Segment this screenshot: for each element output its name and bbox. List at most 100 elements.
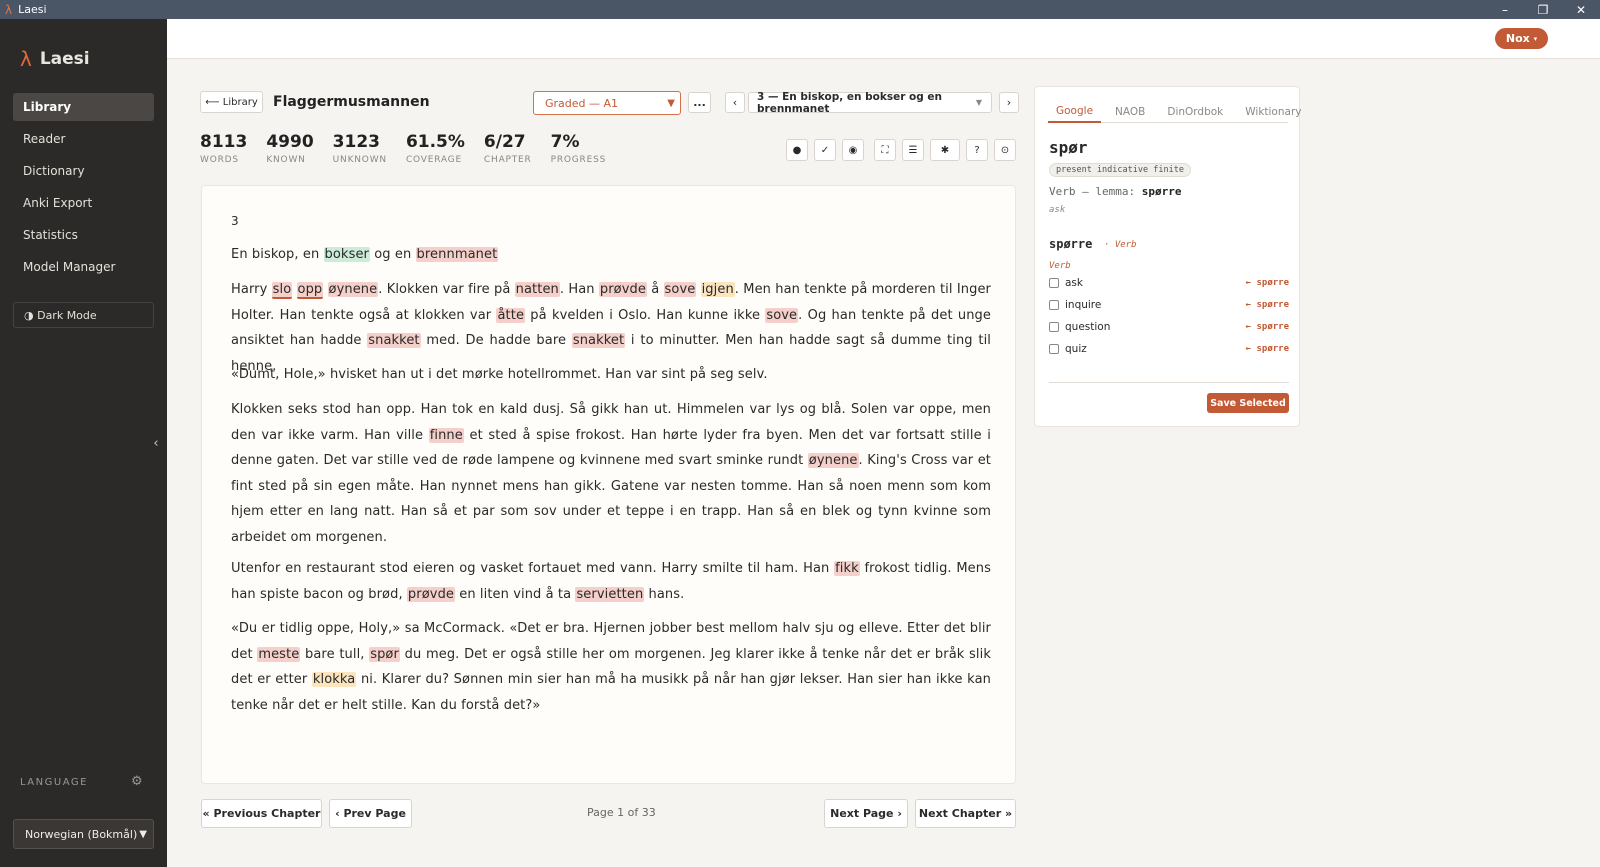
- definition-checkbox[interactable]: [1049, 278, 1059, 288]
- word-red[interactable]: fikk: [834, 561, 860, 576]
- next-chapter-nav-button[interactable]: ›: [999, 92, 1019, 113]
- text-run: «Dumt, Hole,» hvisket han ut i det mørke…: [231, 367, 768, 382]
- reader-toolbar: ● ✓ ◉ ⛶ ☰ ✱ ? ⊙: [786, 139, 1022, 161]
- chevron-down-icon: ▼: [975, 98, 982, 107]
- close-button[interactable]: ✕: [1562, 0, 1600, 19]
- word-red[interactable]: natten: [514, 282, 560, 297]
- minimize-button[interactable]: –: [1486, 0, 1524, 19]
- divider: [1049, 382, 1289, 383]
- tab-wiktionary[interactable]: Wiktionary: [1237, 101, 1309, 123]
- level-select[interactable]: Graded — A1 ▼: [533, 91, 681, 115]
- back-to-library-button[interactable]: ⟵ Library: [200, 91, 263, 113]
- next-page-button[interactable]: Next Page ›: [824, 799, 908, 828]
- text-run: En biskop, en: [231, 247, 324, 262]
- definition-source: ← spørre: [1245, 278, 1289, 288]
- word-red[interactable]: prøvde: [598, 282, 647, 297]
- word-green[interactable]: bokser: [323, 247, 370, 262]
- tab-naob[interactable]: NAOB: [1107, 101, 1153, 123]
- language-select-value: Norwegian (Bokmål): [25, 827, 138, 841]
- definition-row[interactable]: quiz ← spørre: [1049, 341, 1289, 357]
- window-controls: – ❐ ✕: [1486, 0, 1600, 19]
- reader-paragraph: Klokken seks stod han opp. Han tok en ka…: [231, 397, 991, 550]
- stat-chapter: 6/27 CHAPTER: [483, 132, 532, 165]
- pos-lemma-line: Verb — lemma: spørre: [1049, 185, 1181, 198]
- window-title: Laesi: [18, 3, 47, 16]
- sidebar-item-dictionary[interactable]: Dictionary: [13, 157, 154, 185]
- reader-pane: 3 En biskop, en bokser og en brennmanet …: [201, 185, 1016, 784]
- language-select[interactable]: Norwegian (Bokmål) ▼: [13, 819, 154, 849]
- word-red[interactable]: åtte: [496, 307, 526, 323]
- text-run: å: [646, 282, 664, 297]
- focus-mode-icon[interactable]: ◉: [842, 139, 864, 161]
- collapse-sidebar-button[interactable]: ‹: [145, 428, 167, 458]
- definition-row[interactable]: ask ← spørre: [1049, 275, 1289, 291]
- topbar: Nox ▾: [167, 19, 1600, 59]
- previous-chapter-nav-button[interactable]: ‹: [725, 92, 745, 113]
- sidebar-item-reader[interactable]: Reader: [13, 125, 154, 153]
- definition-row[interactable]: question ← spørre: [1049, 319, 1289, 335]
- dark-mode-toggle[interactable]: ◑ Dark Mode: [13, 302, 154, 328]
- gloss: ask: [1049, 205, 1066, 215]
- sidebar-item-model-manager[interactable]: Model Manager: [13, 253, 154, 281]
- word-red[interactable]: meste: [257, 646, 301, 662]
- word-red[interactable]: servietten: [575, 586, 645, 602]
- definition-text: inquire: [1065, 299, 1102, 311]
- lemma-pos: · Verb: [1104, 240, 1137, 250]
- tab-dinordbok[interactable]: DinOrdbok: [1159, 101, 1231, 123]
- sidebar-item-library[interactable]: Library: [13, 93, 154, 121]
- word-red[interactable]: sove: [765, 307, 799, 323]
- layout-lines-icon[interactable]: ☰: [902, 139, 924, 161]
- word-red[interactable]: snakket: [367, 333, 421, 348]
- text-run: en liten vind å ta: [455, 586, 576, 602]
- headword: spør: [1049, 138, 1088, 157]
- book-title: Flaggermusmannen: [273, 94, 430, 110]
- more-options-button[interactable]: ...: [688, 92, 711, 113]
- sidebar-item-statistics[interactable]: Statistics: [13, 221, 154, 249]
- word-red[interactable]: finne: [428, 427, 464, 443]
- app-logo-icon: λ: [5, 2, 13, 17]
- word-red[interactable]: øynene: [807, 453, 859, 468]
- help-icon[interactable]: ?: [966, 139, 988, 161]
- word-red[interactable]: sove: [663, 282, 697, 297]
- sidebar-nav: Library Reader Dictionary Anki Export St…: [13, 93, 154, 285]
- level-select-value: Graded — A1: [545, 96, 619, 110]
- definition-checkbox[interactable]: [1049, 344, 1059, 354]
- word-yellow[interactable]: klokka: [311, 672, 357, 687]
- next-chapter-button[interactable]: Next Chapter »: [915, 799, 1016, 828]
- brand-name: Laesi: [39, 49, 90, 69]
- definition-source: ← spørre: [1245, 344, 1289, 354]
- highlight-star-icon[interactable]: ✱: [930, 139, 960, 161]
- definition-text: ask: [1065, 277, 1083, 289]
- reader-paragraph: «Du er tidlig oppe, Holy,» sa McCormack.…: [231, 616, 991, 718]
- dot-mode-icon[interactable]: ●: [786, 139, 808, 161]
- save-selected-button[interactable]: Save Selected: [1207, 393, 1289, 413]
- language-settings-gear-icon[interactable]: ⚙: [131, 774, 143, 789]
- word-under[interactable]: slo: [271, 282, 293, 299]
- user-menu-button[interactable]: Nox ▾: [1495, 28, 1548, 49]
- text-run: [292, 282, 296, 297]
- definition-checkbox[interactable]: [1049, 322, 1059, 332]
- settings-icon[interactable]: ⊙: [994, 139, 1016, 161]
- sidebar-item-anki-export[interactable]: Anki Export: [13, 189, 154, 217]
- word-red[interactable]: brennmanet: [415, 247, 499, 262]
- word-red[interactable]: spør: [369, 646, 400, 662]
- definition-text: question: [1065, 321, 1111, 333]
- definition-row[interactable]: inquire ← spørre: [1049, 297, 1289, 313]
- lambda-logo-icon: λ: [20, 47, 32, 71]
- word-red[interactable]: snakket: [571, 333, 626, 348]
- previous-chapter-button[interactable]: « Previous Chapter: [201, 799, 322, 828]
- lemma-title: spørre: [1049, 237, 1093, 251]
- word-red[interactable]: prøvde: [406, 586, 456, 602]
- fullscreen-icon[interactable]: ⛶: [874, 139, 896, 161]
- word-red[interactable]: øynene: [327, 282, 379, 297]
- word-yellow[interactable]: igjen: [700, 282, 735, 297]
- chapter-select[interactable]: 3 — En biskop, en bokser og en brennmane…: [748, 91, 992, 115]
- prev-page-button[interactable]: ‹ Prev Page: [329, 799, 412, 828]
- restore-button[interactable]: ❐: [1524, 0, 1562, 19]
- mark-known-icon[interactable]: ✓: [814, 139, 836, 161]
- tab-google[interactable]: Google: [1048, 101, 1102, 123]
- word-under[interactable]: opp: [296, 282, 324, 299]
- morphology-badge: present indicative finite: [1049, 163, 1191, 177]
- stat-known: 4990 KNOWN: [266, 132, 314, 165]
- definition-checkbox[interactable]: [1049, 300, 1059, 310]
